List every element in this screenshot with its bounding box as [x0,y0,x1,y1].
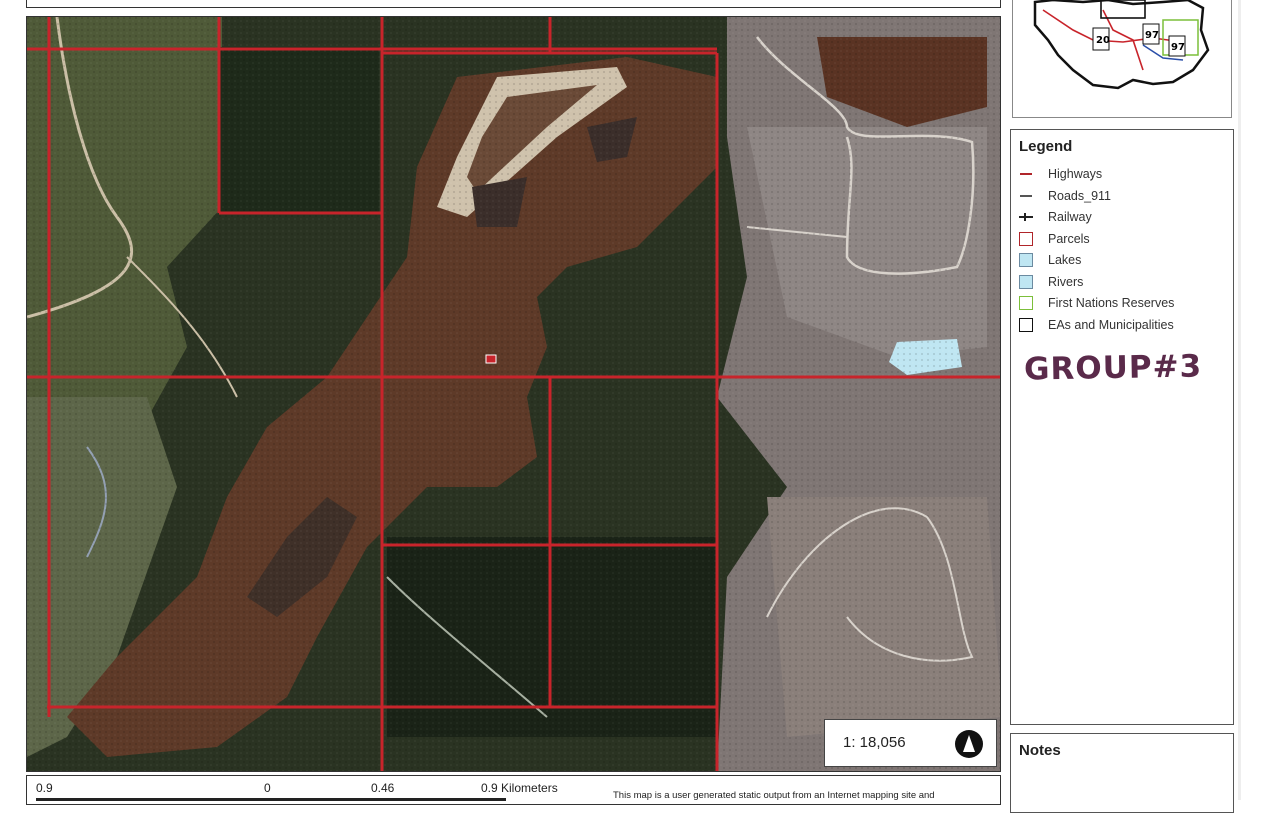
legend-item-roads: Roads_911 [1019,186,1111,206]
railway-line-icon [1019,210,1033,224]
road-line-icon [1019,189,1033,203]
scale-box: 1: 18,056 [824,719,997,767]
legend-label: Roads_911 [1048,189,1112,203]
legend-label: Parcels [1048,232,1090,246]
highway-shield-97a: 97 [1145,30,1159,41]
scalebar-label-zero: 0 [264,781,271,795]
legend-label: Railway [1048,210,1092,224]
aerial-imagery [27,17,1000,771]
map-sheet: 1: 18,056 20 97 97 Legend Highways Roads… [0,0,1280,813]
notes-panel: Notes [1010,733,1234,813]
disclaimer-text: This map is a user generated static outp… [613,790,935,801]
notes-title: Notes [1019,742,1061,759]
river-box-icon [1019,275,1033,289]
legend-label: First Nations Reserves [1048,296,1175,310]
legend-label: Highways [1048,167,1103,181]
legend-panel: Legend Highways Roads_911 Railway Parcel… [1010,129,1234,725]
footer-bar: 0.9 0 0.46 0.9 Kilometers This map is a … [26,775,1001,805]
scalebar-label-left: 0.9 [36,781,53,795]
highway-shield-97b: 97 [1171,42,1185,53]
legend-item-railway: Railway [1019,207,1092,227]
legend-item-first-nations: First Nations Reserves [1019,293,1174,313]
lake-box-icon [1019,253,1033,267]
legend-label: Lakes [1048,253,1082,267]
legend-item-highways: Highways [1019,164,1102,184]
location-marker[interactable] [485,354,497,364]
overview-map-graphic: 20 97 97 [1033,0,1210,90]
map-scale-ratio: 1: 18,056 [843,734,906,751]
aerial-map-view[interactable]: 1: 18,056 [26,16,1001,772]
title-bar-edge [26,0,1001,8]
imagery-texture [27,17,1000,771]
legend-label: Rivers [1048,275,1084,289]
legend-item-parcels: Parcels [1019,229,1090,249]
legend-item-eas: EAs and Municipalities [1019,315,1174,335]
page-edge [1238,0,1241,800]
highway-shield-20: 20 [1096,35,1110,46]
municipality-box-icon [1019,318,1033,332]
highway-line-icon [1019,167,1033,181]
reserve-box-icon [1019,296,1033,310]
scalebar-label-right: 0.9 Kilometers [481,781,558,795]
north-arrow-icon [955,730,983,758]
legend-title: Legend [1019,138,1073,155]
legend-label: EAs and Municipalities [1048,318,1174,332]
overview-inset-map[interactable]: 20 97 97 [1012,0,1232,118]
legend-item-lakes: Lakes [1019,250,1081,270]
scalebar-label-mid: 0.46 [371,781,395,795]
parcel-box-icon [1019,232,1033,246]
legend-item-rivers: Rivers [1019,272,1083,292]
handwritten-annotation: GROUP#3 [1023,348,1203,388]
